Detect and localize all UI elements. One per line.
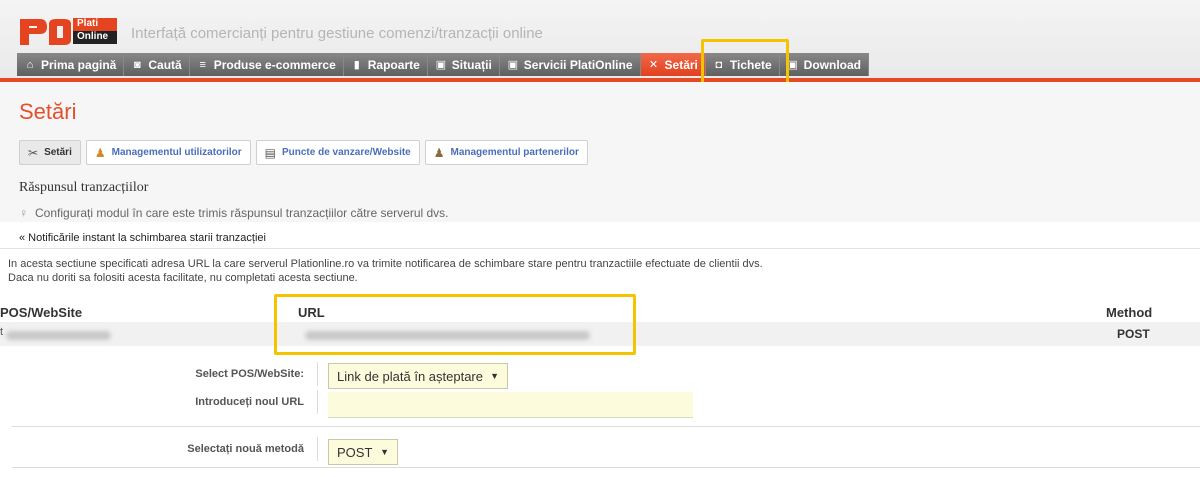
lightbulb-icon: ♀ [19,206,28,220]
logo-text-online: Online [77,31,109,42]
row-pos-redacted [6,331,111,340]
nav-item-reports[interactable]: ▮ Rapoarte [343,53,428,76]
logo-text-plati: Plati [77,18,99,29]
tools-icon: ✕ [648,59,659,71]
method-label: Selectați nouă metodă [187,443,304,455]
report-icon: ▣ [435,59,446,71]
section-title: Răspunsul tranzacțiilor [19,180,149,195]
col-header-method: Method [1106,305,1153,320]
nav-label: Situații [451,57,492,72]
nav-label: Rapoarte [367,57,420,72]
nav-item-products[interactable]: ≡ Produse e-commerce [189,53,344,76]
nav-item-statements[interactable]: ▣ Situații [427,53,500,76]
section-description: In acesta sectiune specificati adresa UR… [8,257,763,285]
col-header-url: URL [298,305,325,320]
subtab-label: Managementul partenerilor [450,147,579,158]
form-separator [317,390,318,414]
settings-subtabs: ✂ Setări ♟ Managementul utilizatorilor ▤… [19,140,588,165]
nav-label: Caută [148,57,182,72]
form-separator [317,362,318,386]
method-select-value: POST [337,444,373,460]
table-row [0,322,1200,346]
download-icon: ▣ [787,59,798,71]
nav-item-tickets[interactable]: ◘ Tichete [705,53,780,76]
search-icon: ◙ [134,58,141,71]
subtab-points-of-sale[interactable]: ▤ Puncte de vanzare/Website [255,140,420,165]
document-icon: ▤ [264,145,276,160]
nav-label: Prima pagină [41,57,117,72]
main-nav: ⌂ Prima pagină ◙ Caută ≡ Produse e-comme… [17,53,869,76]
subtab-partner-management[interactable]: ♟ Managementul partenerilor [424,140,588,165]
list-icon: ≡ [199,58,206,71]
services-icon: ▣ [507,59,518,71]
new-url-label: Introduceți noul URL [195,396,304,408]
nav-item-search[interactable]: ◙ Caută [124,53,190,76]
pos-select-value: Link de plată în așteptare [337,368,483,384]
subtab-label: Puncte de vanzare/Website [281,147,411,158]
nav-item-home[interactable]: ⌂ Prima pagină [17,53,125,76]
subtab-label: Managementul utilizatorilor [111,147,242,158]
nav-label: Servicii PlatiOnline [523,57,633,72]
chevron-down-icon: ▼ [380,447,389,457]
home-icon: ⌂ [26,58,34,71]
divider [0,248,1200,249]
header-tagline: Interfață comercianți pentru gestiune co… [131,25,543,42]
subtab-label: Setări [44,147,72,158]
nav-label: Setări [664,57,698,72]
ticket-icon: ◘ [715,58,723,71]
tools-icon: ✂ [28,145,39,160]
nav-label: Produse e-commerce [213,57,336,72]
method-select[interactable]: POST ▼ [328,439,398,465]
hint-text: Configurați modul în care este trimis ră… [35,206,449,220]
new-url-input[interactable] [328,392,693,418]
description-line-2: Daca nu doriti sa folositi acesta facili… [8,272,358,284]
notification-form: Select POS/WebSite: Link de plată în așt… [12,350,1200,477]
notification-link[interactable]: « Notificările instant la schimbarea sta… [19,232,266,244]
select-pos-label: Select POS/WebSite: [195,368,304,380]
page-title: Setări [19,99,77,124]
section-hint: ♀ Configurați modul în care este trimis … [19,206,449,220]
nav-item-download[interactable]: ▣ Download [779,53,869,76]
description-line-1: In acesta sectiune specificati adresa UR… [8,258,763,270]
subtab-user-management[interactable]: ♟ Managementul utilizatorilor [85,140,251,165]
form-separator [317,437,318,461]
form-divider [12,426,1200,427]
nav-label: Download [803,57,861,72]
col-header-pos: POS/WebSite [0,305,83,320]
subtab-settings[interactable]: ✂ Setări [19,140,81,165]
chevron-down-icon: ▼ [490,371,499,381]
pos-select[interactable]: Link de plată în așteptare ▼ [328,363,508,389]
row-pos-value: t [0,326,4,338]
bar-chart-icon: ▮ [353,59,360,71]
nav-label: Tichete [729,57,772,72]
nav-item-settings[interactable]: ✕ Setări [640,53,706,76]
row-url-redacted [305,331,590,340]
form-divider [12,467,1200,468]
partners-icon: ♟ [433,145,445,160]
user-icon: ♟ [94,145,106,160]
nav-item-services[interactable]: ▣ Servicii PlatiOnline [499,53,641,76]
app-header: Plati Online Interfață comercianți pentr… [0,0,1200,80]
row-method-value: POST [1117,327,1150,341]
